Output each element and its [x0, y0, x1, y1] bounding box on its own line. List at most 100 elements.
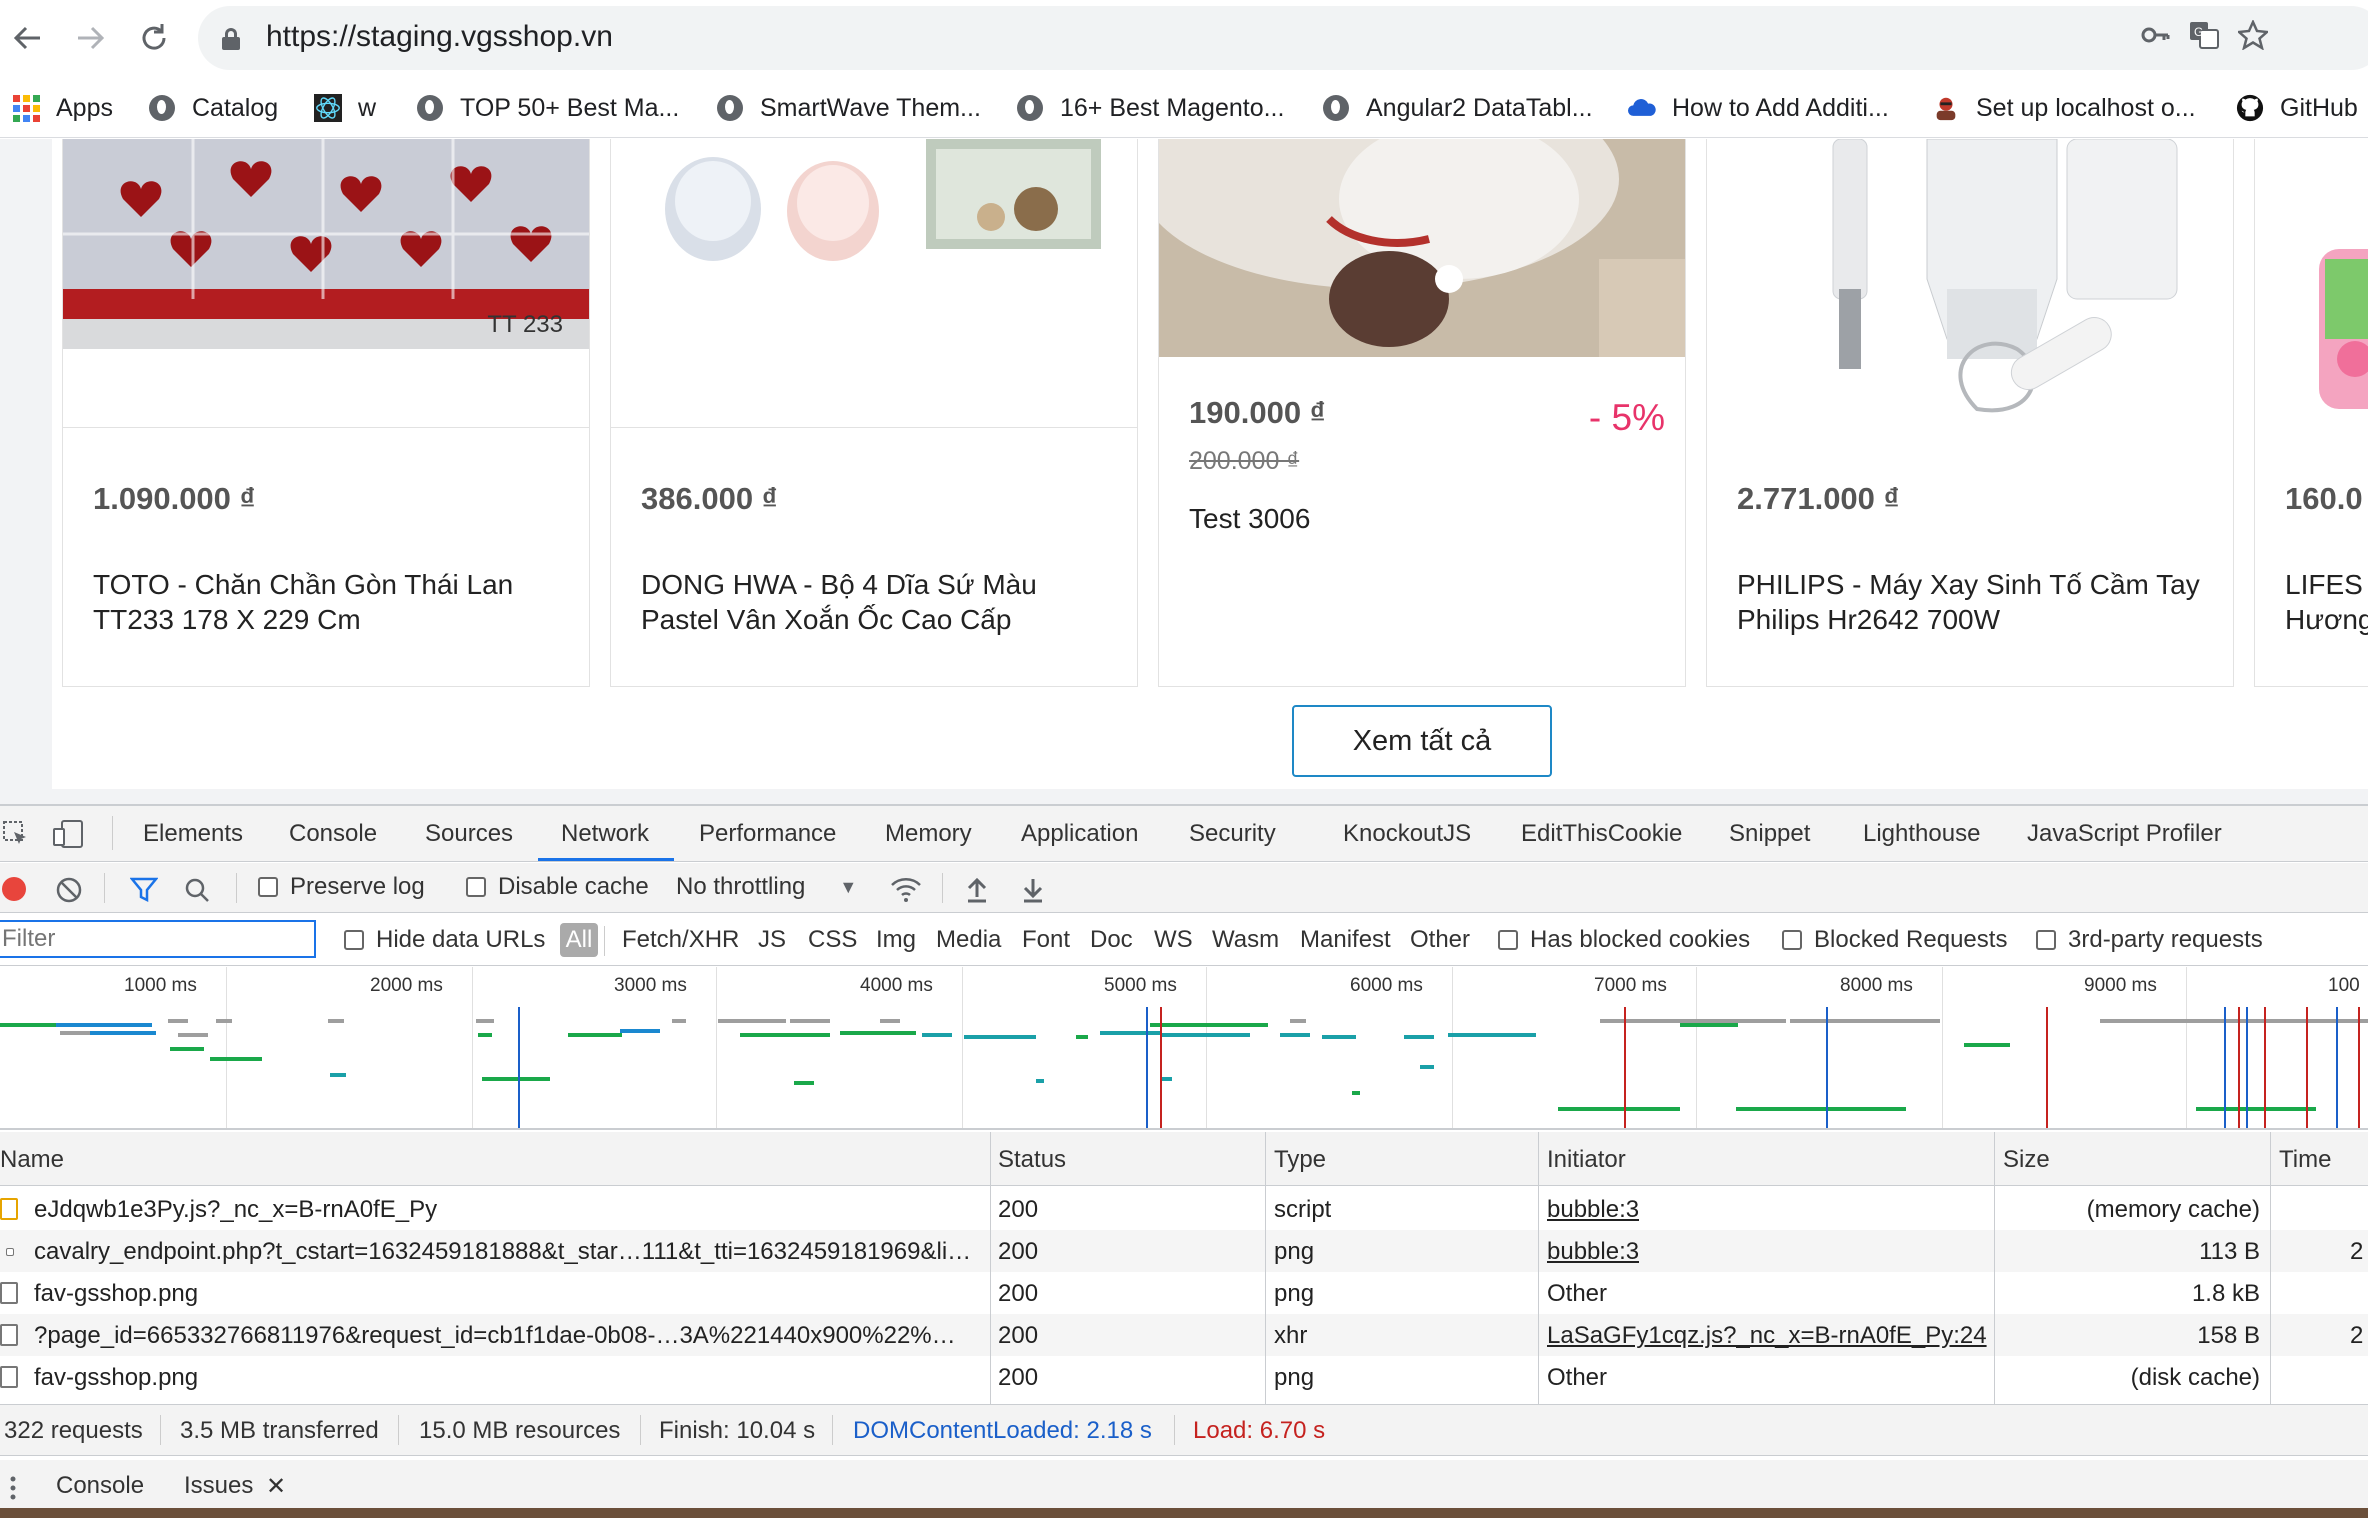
filter-type-js[interactable]: JS — [758, 926, 786, 954]
filter-type-font[interactable]: Font — [1022, 926, 1070, 954]
column-header-type[interactable]: Type — [1274, 1146, 1326, 1174]
drawer-menu-icon[interactable] — [10, 1476, 16, 1500]
bookmark-smartwave[interactable]: SmartWave Them... — [716, 86, 981, 130]
request-initiator[interactable]: bubble:3 — [1547, 1196, 1639, 1224]
bookmark-github[interactable]: GitHub — [2236, 86, 2358, 130]
bookmark-top50[interactable]: TOP 50+ Best Ma... — [416, 86, 679, 130]
product-image[interactable] — [611, 139, 1137, 299]
table-row[interactable]: fav-gsshop.png 200 png Other (disk cache… — [0, 1356, 2368, 1398]
product-name[interactable]: TOTO - Chăn Chần Gòn Thái Lan TT233 178 … — [93, 567, 563, 637]
blocked-requests-checkbox[interactable]: Blocked Requests — [1782, 926, 2007, 954]
tab-performance[interactable]: Performance — [699, 820, 836, 848]
url-text[interactable]: https://staging.vgsshop.vn — [266, 20, 613, 54]
bookmark-localhost[interactable]: Set up localhost o... — [1932, 86, 2196, 130]
tab-console[interactable]: Console — [289, 820, 377, 848]
request-name[interactable]: cavalry_endpoint.php?t_cstart=1632459181… — [34, 1238, 984, 1266]
record-icon[interactable] — [2, 877, 26, 901]
table-row[interactable]: fav-gsshop.png 200 png Other 1.8 kB — [0, 1272, 2368, 1314]
product-card[interactable]: TT 233 1.090.000 ₫ TOTO - Chăn Chần Gòn … — [62, 139, 590, 687]
column-header-size[interactable]: Size — [2003, 1146, 2050, 1174]
product-image[interactable]: TT 233 — [63, 139, 589, 349]
address-bar[interactable]: https://staging.vgsshop.vn G — [198, 6, 2368, 70]
star-bookmark-icon[interactable] — [2235, 18, 2271, 58]
clear-icon[interactable] — [56, 877, 82, 903]
forward-arrow-icon[interactable] — [68, 16, 112, 60]
product-image[interactable] — [1707, 139, 2233, 419]
bookmark-w[interactable]: w — [314, 86, 376, 130]
column-divider[interactable] — [1538, 1132, 1539, 1408]
tab-snippet[interactable]: Snippet — [1729, 820, 1810, 848]
tab-javascript-profiler[interactable]: JavaScript Profiler — [2027, 820, 2222, 848]
product-name[interactable]: Test 3006 — [1189, 501, 1659, 536]
checkbox[interactable] — [1782, 930, 1802, 950]
filter-type-fetch-xhr[interactable]: Fetch/XHR — [622, 926, 739, 954]
key-icon[interactable] — [2140, 20, 2170, 58]
bookmark-how-to-add[interactable]: How to Add Additi... — [1628, 86, 1889, 130]
tab-editthiscookie[interactable]: EditThisCookie — [1521, 820, 1682, 848]
tab-network[interactable]: Network — [561, 820, 649, 848]
checkbox[interactable] — [344, 930, 364, 950]
drawer-tab-issues[interactable]: Issues — [184, 1472, 253, 1500]
product-card[interactable]: 190.000 ₫ - 5% 200.000 ₫ Test 3006 — [1158, 139, 1686, 687]
product-card[interactable]: 2.771.000 ₫ PHILIPS - Máy Xay Sinh Tố Cầ… — [1706, 139, 2234, 687]
bookmark-apps[interactable]: Apps — [12, 86, 113, 130]
column-header-time[interactable]: Time — [2279, 1146, 2331, 1174]
request-initiator[interactable]: bubble:3 — [1547, 1238, 1639, 1266]
filter-type-media[interactable]: Media — [936, 926, 1001, 954]
request-name[interactable]: fav-gsshop.png — [34, 1364, 984, 1392]
request-name[interactable]: fav-gsshop.png — [34, 1280, 984, 1308]
filter-type-manifest[interactable]: Manifest — [1300, 926, 1391, 954]
translate-icon[interactable]: G — [2188, 20, 2220, 58]
table-row[interactable]: cavalry_endpoint.php?t_cstart=1632459181… — [0, 1230, 2368, 1272]
hide-data-urls-checkbox[interactable]: Hide data URLs — [344, 926, 545, 954]
has-blocked-cookies-checkbox[interactable]: Has blocked cookies — [1498, 926, 1750, 954]
product-image[interactable] — [2255, 139, 2368, 419]
import-har-icon[interactable] — [966, 877, 988, 903]
product-card[interactable]: 386.000 ₫ DONG HWA - Bộ 4 Dĩa Sứ Màu Pas… — [610, 139, 1138, 687]
drawer-tab-console[interactable]: Console — [56, 1472, 144, 1500]
product-image[interactable] — [1159, 139, 1685, 357]
preserve-log-checkbox[interactable]: Preserve log — [258, 873, 425, 901]
search-icon[interactable] — [184, 877, 210, 903]
column-divider[interactable] — [1265, 1132, 1266, 1408]
request-name[interactable]: eJdqwb1e3Py.js?_nc_x=B-rnA0fE_Py — [34, 1196, 984, 1224]
column-divider[interactable] — [1994, 1132, 1995, 1408]
column-divider[interactable] — [990, 1132, 991, 1408]
checkbox[interactable] — [466, 877, 486, 897]
network-overview-timeline[interactable]: 1000 ms 2000 ms 3000 ms 4000 ms 5000 ms … — [0, 967, 2368, 1130]
tab-elements[interactable]: Elements — [143, 820, 243, 848]
column-header-status[interactable]: Status — [998, 1146, 1066, 1174]
column-header-name[interactable]: Name — [0, 1146, 64, 1174]
lock-icon[interactable] — [222, 28, 240, 50]
checkbox[interactable] — [2036, 930, 2056, 950]
back-arrow-icon[interactable] — [6, 16, 50, 60]
product-name[interactable]: PHILIPS - Máy Xay Sinh Tố Cầm Tay Philip… — [1737, 567, 2207, 637]
bookmark-angular[interactable]: Angular2 DataTabl... — [1322, 86, 1593, 130]
disable-cache-checkbox[interactable]: Disable cache — [466, 873, 649, 901]
product-name[interactable]: DONG HWA - Bộ 4 Dĩa Sứ Màu Pastel Vân Xo… — [641, 567, 1111, 637]
network-conditions-icon[interactable] — [890, 875, 922, 903]
filter-type-all[interactable]: All — [560, 923, 598, 957]
filter-type-ws[interactable]: WS — [1154, 926, 1193, 954]
checkbox[interactable] — [258, 877, 278, 897]
column-divider[interactable] — [2270, 1132, 2271, 1408]
filter-type-img[interactable]: Img — [876, 926, 916, 954]
filter-input[interactable] — [0, 920, 316, 958]
see-all-button[interactable]: Xem tất cả — [1292, 705, 1552, 777]
product-name[interactable]: LIFES Hương — [2285, 567, 2368, 637]
tab-sources[interactable]: Sources — [425, 820, 513, 848]
device-toolbar-icon[interactable] — [52, 820, 83, 848]
tab-knockoutjs[interactable]: KnockoutJS — [1343, 820, 1471, 848]
filter-type-css[interactable]: CSS — [808, 926, 857, 954]
throttling-select[interactable]: No throttling ▼ — [676, 873, 857, 901]
third-party-requests-checkbox[interactable]: 3rd-party requests — [2036, 926, 2263, 954]
tab-application[interactable]: Application — [1021, 820, 1138, 848]
request-initiator[interactable]: LaSaGFy1cqz.js?_nc_x=B-rnA0fE_Py:24 — [1547, 1322, 1987, 1350]
filter-type-doc[interactable]: Doc — [1090, 926, 1133, 954]
filter-type-other[interactable]: Other — [1410, 926, 1470, 954]
filter-icon[interactable] — [130, 877, 158, 903]
filter-type-wasm[interactable]: Wasm — [1212, 926, 1279, 954]
checkbox[interactable] — [1498, 930, 1518, 950]
close-icon[interactable]: ✕ — [266, 1472, 286, 1501]
bookmark-catalog[interactable]: Catalog — [148, 86, 278, 130]
